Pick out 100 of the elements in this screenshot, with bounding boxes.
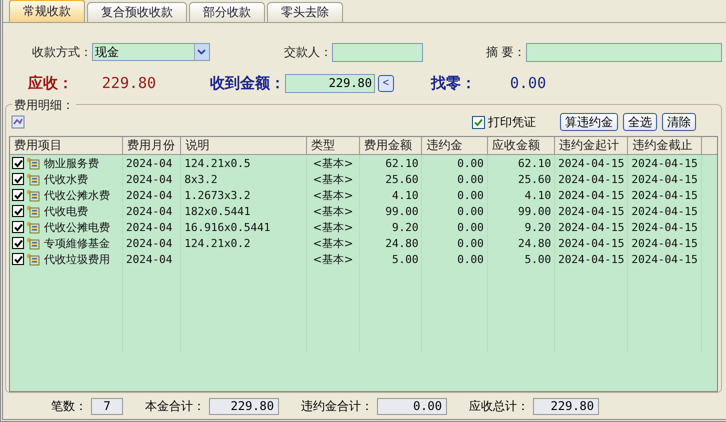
table-cell: 9.20: [524, 220, 552, 234]
table-cell: 物业服务费: [44, 156, 99, 170]
table-cell: 1.2673x3.2: [184, 188, 251, 202]
total-field: 7: [91, 398, 123, 414]
table-cell: 代收垃圾费用: [44, 252, 110, 266]
document-icon: [26, 220, 40, 234]
table-cell: 24.80: [385, 236, 418, 250]
tab[interactable]: 零头去除: [267, 2, 343, 22]
row-checkbox[interactable]: [12, 253, 24, 265]
table-cell: 2024-04-15: [558, 236, 624, 250]
row-checkbox[interactable]: [12, 189, 24, 201]
action-button[interactable]: 全选: [623, 113, 657, 131]
table-cell: <基本>: [312, 220, 354, 234]
table-cell: <基本>: [312, 172, 354, 186]
total-field: 229.80: [209, 398, 279, 414]
table-cell: 25.60: [518, 172, 552, 186]
column-header[interactable]: 费用项目: [10, 137, 123, 154]
table-cell: 2024-04-15: [558, 172, 624, 186]
column-header[interactable]: 应收金额: [487, 137, 555, 154]
table-cell: <基本>: [312, 188, 354, 202]
table-cell: 8x3.2: [184, 172, 218, 186]
table-cell: 2024-04-15: [558, 220, 624, 234]
column-header[interactable]: 说明: [180, 137, 306, 154]
column-header[interactable]: 费用金额: [360, 137, 422, 154]
column-header[interactable]: 违约金截止: [628, 137, 702, 154]
table-cell: 2024-04: [126, 220, 172, 234]
table-cell: 2024-04-15: [558, 156, 624, 170]
table-cell: 62.10: [518, 156, 552, 170]
table-cell: 代收公摊电费: [44, 220, 110, 234]
table-cell: <基本>: [312, 236, 354, 250]
field-label: 摘 要：: [484, 44, 526, 60]
change-amount: 0.00: [510, 74, 546, 92]
column-header[interactable]: 费用月份: [122, 137, 181, 154]
table-cell: 16.916x0.5441: [184, 220, 270, 234]
table-cell: 99.00: [518, 204, 552, 218]
print-voucher-checkbox[interactable]: [472, 116, 485, 128]
table-cell: 2024-04-15: [558, 204, 624, 218]
table-cell: 2024-04-15: [631, 172, 698, 186]
total-label: 笔数：: [51, 398, 87, 414]
row-checkbox[interactable]: [12, 221, 24, 233]
document-icon: [26, 236, 40, 250]
change-label: 找零：: [430, 74, 476, 92]
table-cell: <基本>: [312, 204, 354, 218]
column-header[interactable]: 违约金起计: [554, 137, 628, 154]
total-label: 应收总计：: [469, 398, 529, 414]
checkbox-label: 打印凭证: [488, 114, 536, 130]
action-button[interactable]: 清除: [662, 113, 696, 131]
table-cell: 代收公摊水费: [44, 188, 110, 202]
table-cell: 2024-04-15: [631, 156, 698, 170]
payment-method-dropdown[interactable]: 现金: [92, 43, 210, 61]
row-checkbox[interactable]: [12, 205, 24, 217]
document-icon: [26, 156, 40, 170]
table-cell: 2024-04: [126, 236, 172, 250]
table-cell: 0.00: [457, 156, 484, 170]
table-cell: 代收电费: [44, 204, 88, 218]
table-cell: 62.10: [385, 156, 418, 170]
column-header[interactable]: 类型: [306, 137, 360, 154]
table-cell: 5.00: [392, 252, 418, 266]
row-checkbox[interactable]: [12, 173, 24, 185]
table-cell: 124.21x0.2: [184, 236, 251, 250]
total-field: 229.80: [533, 398, 599, 414]
table-cell: 2024-04-15: [631, 188, 698, 202]
toolbar-icon[interactable]: [11, 115, 25, 129]
table-cell: 25.60: [385, 172, 418, 186]
table-cell: 2024-04: [126, 172, 172, 186]
tab[interactable]: 部分收款: [189, 2, 265, 22]
tab[interactable]: 复合预收收款: [87, 2, 187, 22]
table-cell: 2024-04: [126, 252, 172, 266]
table-cell: 9.20: [392, 220, 418, 234]
receivable-label: 应收：: [26, 74, 73, 92]
table-cell: 0.00: [457, 172, 484, 186]
tab[interactable]: 常规收款: [9, 0, 85, 22]
document-icon: [26, 204, 40, 218]
field-label: 收款方式：: [31, 44, 92, 60]
received-label: 收到金额：: [209, 74, 285, 92]
total-label: 本金合计：: [145, 398, 205, 414]
summary-field[interactable]: [526, 42, 722, 62]
table-cell: 2024-04-15: [631, 220, 698, 234]
column-header[interactable]: 违约金: [422, 137, 488, 154]
table-cell: 0.00: [457, 204, 484, 218]
table-cell: 182x0.5441: [184, 204, 251, 218]
receivable-amount: 229.80: [100, 74, 158, 92]
table-cell: 124.21x0.5: [184, 156, 251, 170]
table-cell: 24.80: [518, 236, 552, 250]
row-checkbox[interactable]: [12, 157, 24, 169]
payer-field[interactable]: [332, 42, 423, 62]
action-button[interactable]: 算违约金: [560, 113, 618, 131]
row-checkbox[interactable]: [12, 237, 24, 249]
fill-button[interactable]: <: [378, 74, 394, 92]
table-cell: 2024-04: [126, 188, 172, 202]
document-icon: [26, 252, 40, 266]
table-cell: 2024-04-15: [558, 188, 624, 202]
table-cell: 2024-04: [126, 204, 172, 218]
table-cell: 2024-04-15: [631, 204, 698, 218]
table-cell: 2024-04-15: [631, 236, 698, 250]
received-field[interactable]: 229.80: [285, 74, 375, 92]
table-cell: <基本>: [312, 156, 354, 170]
table-cell: 4.10: [392, 188, 418, 202]
document-icon: [26, 172, 40, 186]
field-label: 交款人：: [282, 44, 332, 60]
